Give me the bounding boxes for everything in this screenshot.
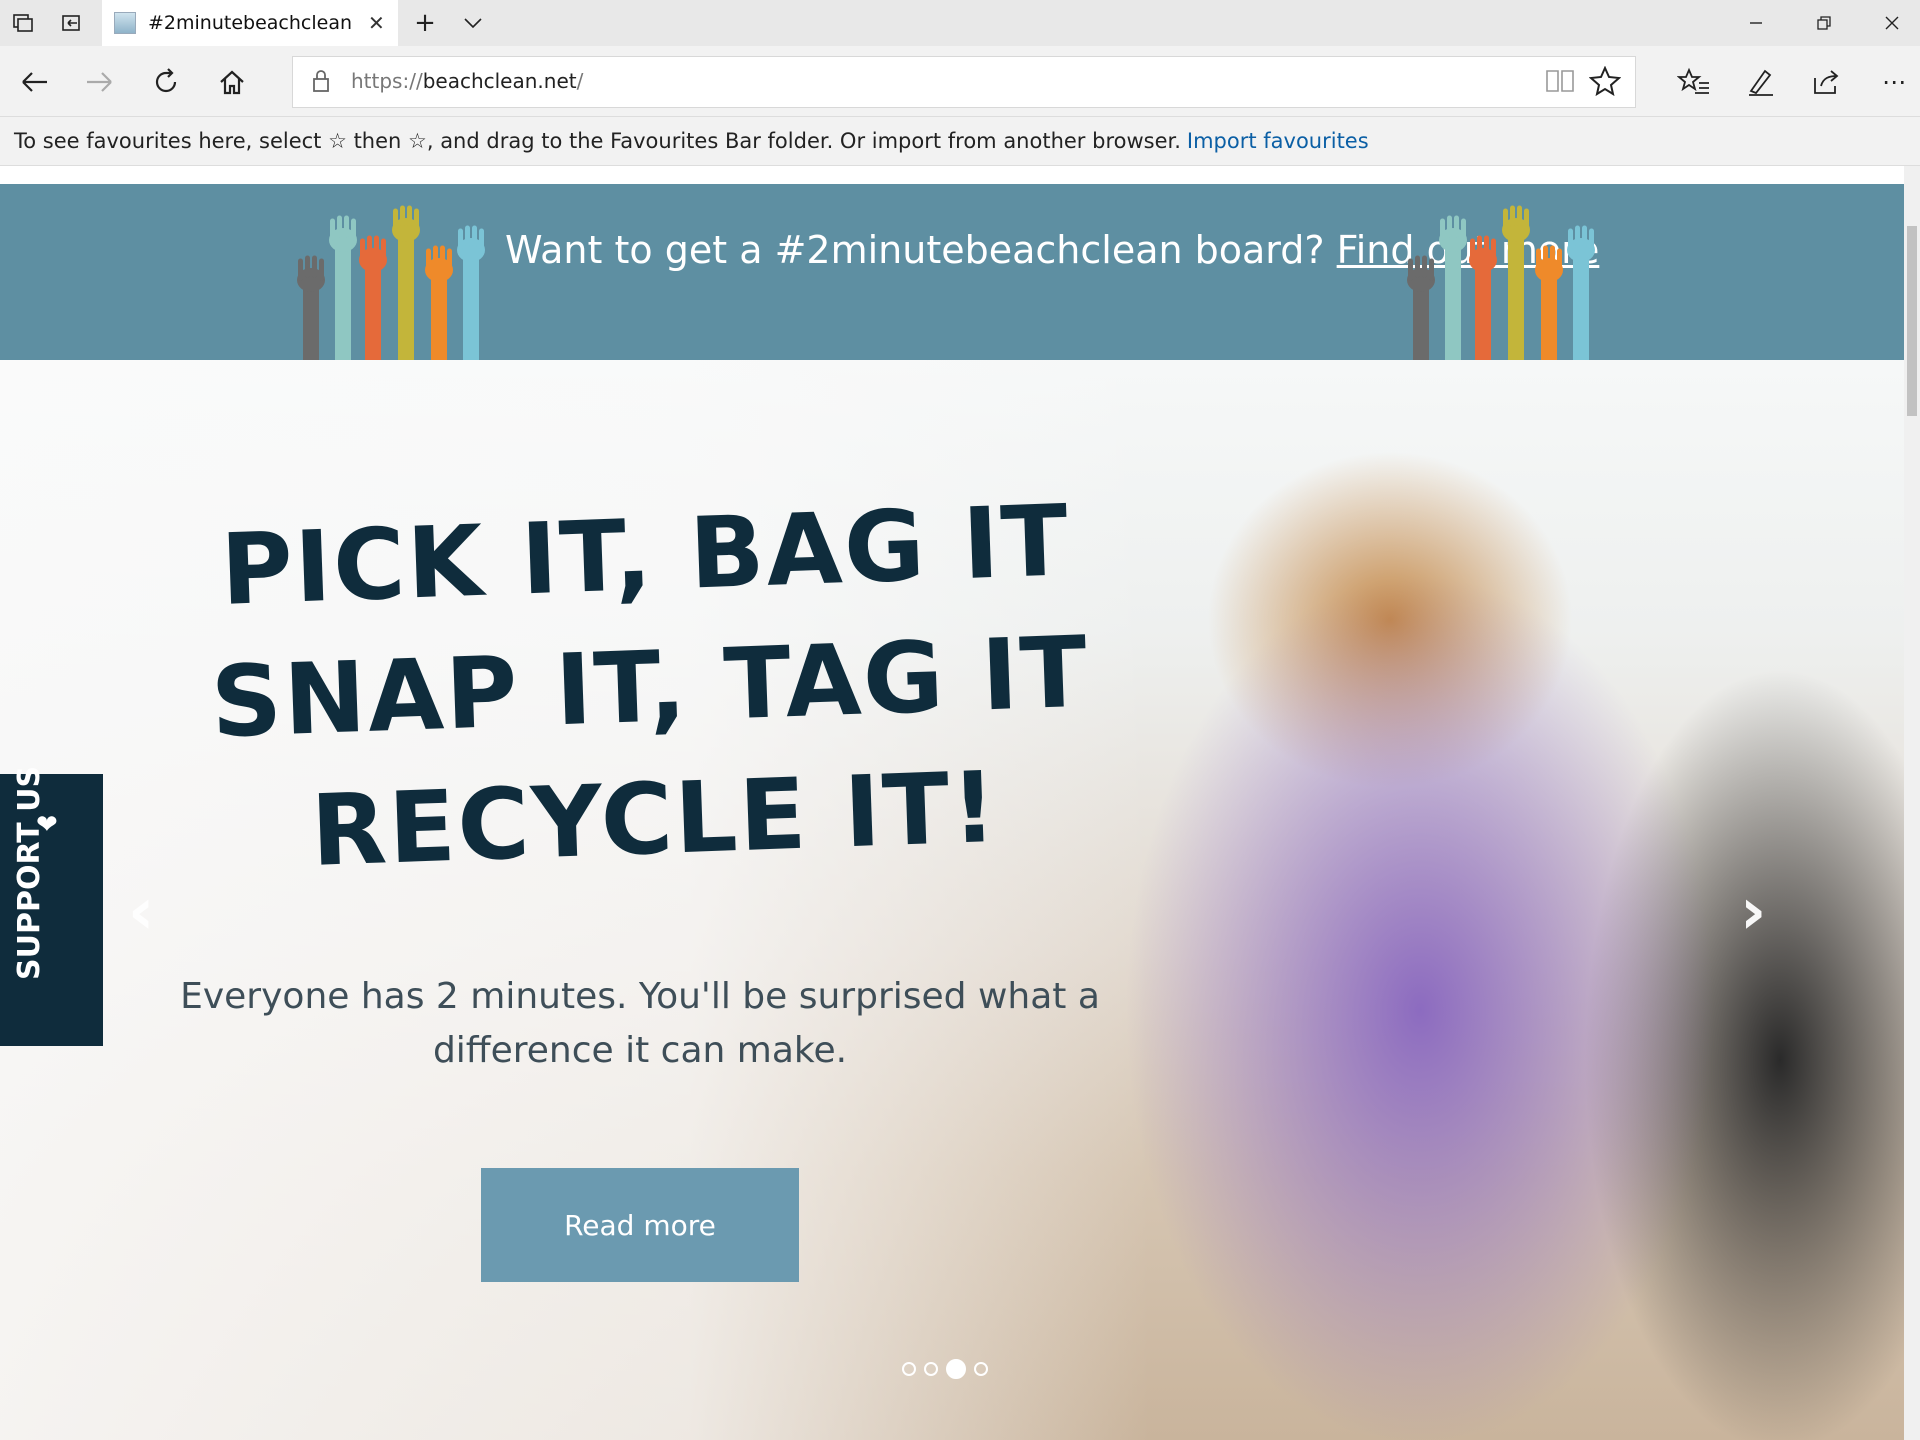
- tab-beachclean[interactable]: #2minutebeachclean | H ✕: [102, 0, 398, 46]
- home-icon[interactable]: [210, 60, 254, 104]
- navigation-bar: https://beachclean.net/ ⋯: [0, 46, 1920, 117]
- carousel-prev-icon[interactable]: ‹: [128, 875, 154, 949]
- banner-text: Want to get a #2minutebeachclean board?: [505, 228, 1325, 272]
- hand-icon: [359, 235, 387, 360]
- hero-headline: PICK IT, BAG IT SNAP IT, TAG IT RECYCLE …: [153, 473, 1146, 903]
- hand-icon: [1535, 245, 1563, 360]
- tab-list-icon[interactable]: [8, 8, 38, 38]
- hand-icon: [1407, 255, 1435, 360]
- refresh-icon[interactable]: [144, 60, 188, 104]
- hand-icon: [392, 205, 420, 360]
- support-us-label: SUPPORT US: [12, 765, 47, 980]
- hand-icon: [425, 245, 453, 360]
- share-icon[interactable]: [1804, 60, 1848, 104]
- carousel-indicators: [902, 1359, 988, 1379]
- hand-icon: [1469, 235, 1497, 360]
- favourites-bar: To see favourites here, select ☆ then ☆,…: [0, 117, 1920, 166]
- restore-icon[interactable]: [1804, 8, 1844, 38]
- hand-icon: [457, 225, 485, 360]
- carousel-dot[interactable]: [902, 1362, 916, 1376]
- favourites-bar-message: To see favourites here, select ☆ then ☆,…: [14, 129, 1181, 153]
- carousel-dot[interactable]: [974, 1362, 988, 1376]
- reading-view-icon[interactable]: [1545, 68, 1575, 98]
- hands-illustration-right: [1407, 205, 1595, 360]
- site-favicon-icon: [114, 12, 136, 34]
- tab-title: #2minutebeachclean | H: [148, 12, 358, 34]
- close-tab-icon[interactable]: ✕: [368, 11, 385, 35]
- web-page: Want to get a #2minutebeachclean board? …: [0, 166, 1904, 1440]
- support-us-tab[interactable]: ❤ SUPPORT US: [0, 766, 103, 1046]
- more-options-icon[interactable]: ⋯: [1872, 60, 1916, 104]
- minimize-icon[interactable]: [1736, 8, 1776, 38]
- carousel-dot[interactable]: [924, 1362, 938, 1376]
- hand-icon: [1439, 215, 1467, 360]
- title-bar: #2minutebeachclean | H ✕ +: [0, 0, 1920, 46]
- promo-banner: Want to get a #2minutebeachclean board? …: [0, 184, 1904, 360]
- hand-icon: [1502, 205, 1530, 360]
- url-text[interactable]: https://beachclean.net/: [351, 69, 583, 93]
- new-tab-icon[interactable]: +: [410, 8, 440, 38]
- forward-icon[interactable]: [78, 60, 122, 104]
- hands-illustration-left: [297, 205, 485, 360]
- scrollbar-thumb[interactable]: [1907, 226, 1917, 416]
- vertical-scrollbar[interactable]: [1904, 166, 1920, 1440]
- lock-icon: [311, 69, 331, 97]
- web-note-pen-icon[interactable]: [1738, 60, 1782, 104]
- hero-subtitle: Everyone has 2 minutes. You'll be surpri…: [180, 976, 1100, 1071]
- address-bar[interactable]: https://beachclean.net/: [292, 56, 1636, 108]
- favorites-hub-icon[interactable]: [1672, 60, 1716, 104]
- tab-preview-chevron-icon[interactable]: [458, 8, 488, 38]
- hero-carousel: PICK IT, BAG IT SNAP IT, TAG IT RECYCLE …: [0, 360, 1904, 1440]
- back-icon[interactable]: [12, 60, 56, 104]
- carousel-next-icon[interactable]: ›: [1740, 875, 1766, 949]
- favorite-star-icon[interactable]: [1588, 65, 1622, 100]
- close-window-icon[interactable]: [1872, 8, 1912, 38]
- hand-icon: [297, 255, 325, 360]
- read-more-button[interactable]: Read more: [481, 1168, 799, 1282]
- set-aside-tabs-icon[interactable]: [56, 8, 86, 38]
- hand-icon: [1567, 225, 1595, 360]
- import-favourites-link[interactable]: Import favourites: [1187, 129, 1369, 153]
- hand-icon: [329, 215, 357, 360]
- carousel-dot[interactable]: [946, 1359, 966, 1379]
